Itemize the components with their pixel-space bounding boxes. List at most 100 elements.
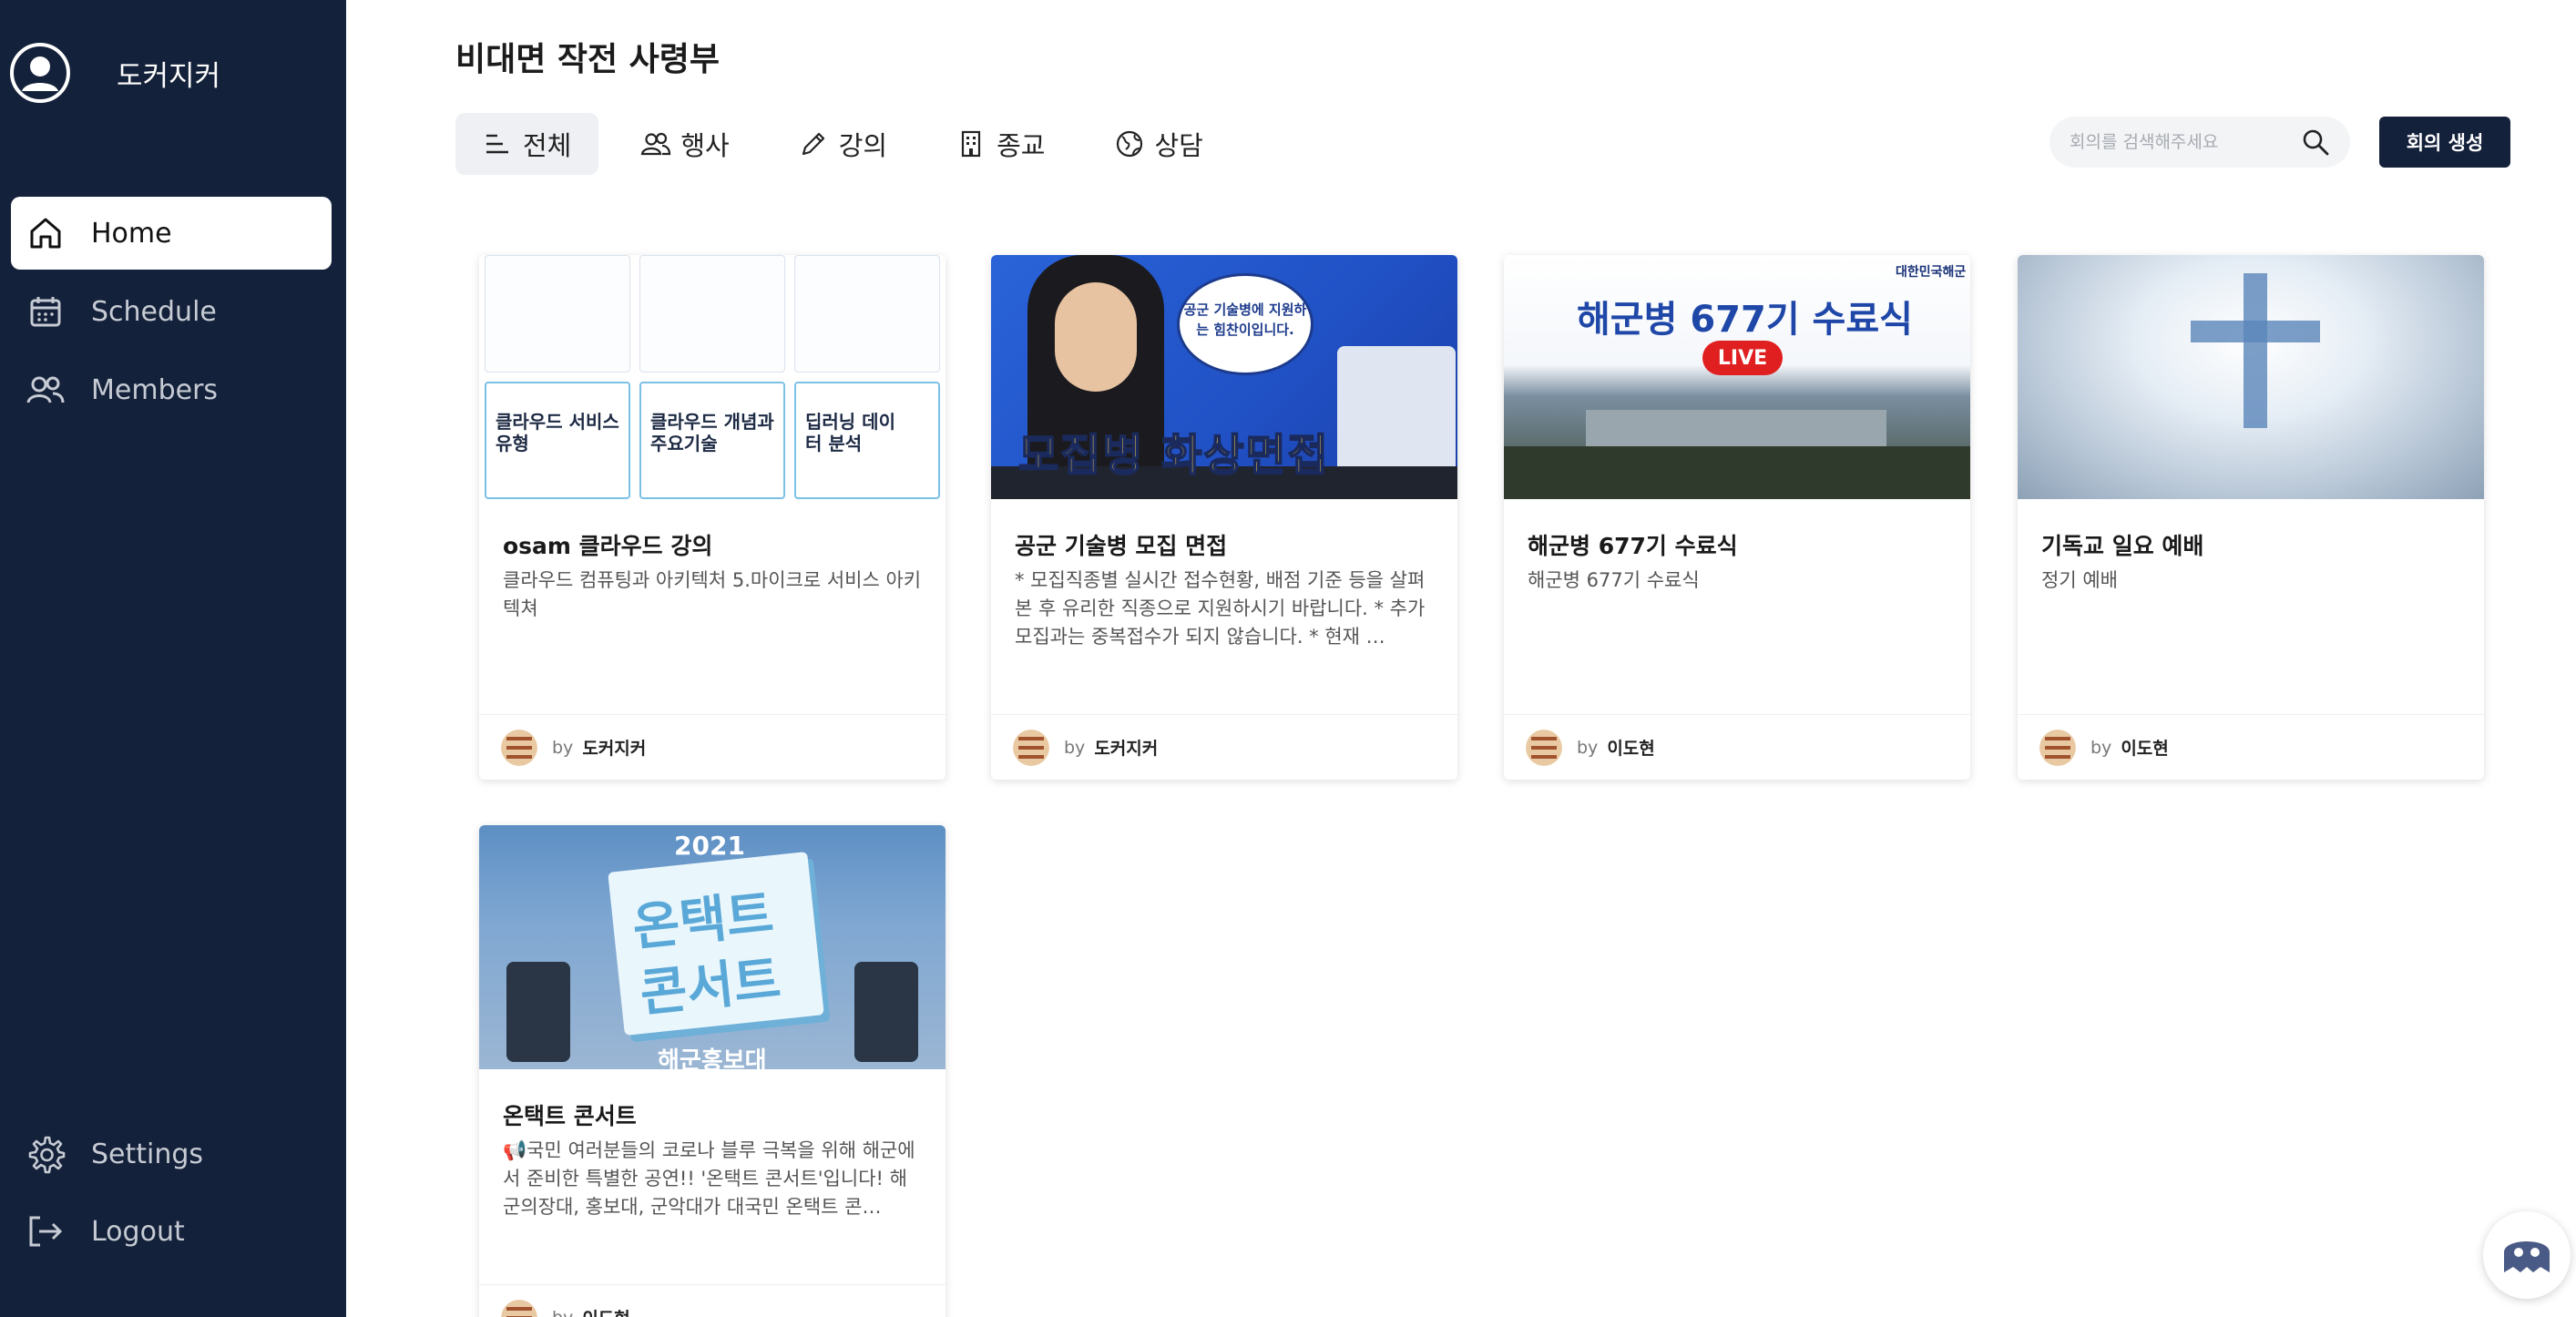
meeting-card[interactable]: 기독교 일요 예배 정기 예배 by 이도현 (2018, 255, 2484, 780)
card-footer: by 이도현 (2018, 714, 2484, 780)
tab-religion[interactable]: 종교 (929, 113, 1072, 175)
user-name: 도커지커 (117, 59, 221, 93)
meeting-card[interactable]: 대한민국해군 해군병 677기 수료식 LIVE 해군병 677기 수료식 해군… (1504, 255, 1970, 780)
meeting-card[interactable]: 2021 온택트 콘서트 해군홍보대 온택트 콘서트 📢국민 여러분들의 코로나… (479, 825, 946, 1317)
author-name: 이도현 (582, 1305, 629, 1317)
card-title: osam 클라우드 강의 (503, 533, 713, 559)
people-icon (640, 128, 671, 159)
thumb-headline: 콘서트 (637, 950, 784, 1024)
card-description: 클라우드 컴퓨팅과 아키텍처 5.마이크로 서비스 아키텍쳐 (503, 569, 922, 619)
thumb-org-label: 대한민국해군 (1896, 265, 1967, 280)
logout-icon (24, 1210, 67, 1253)
users-icon (24, 368, 67, 412)
card-footer: by 이도현 (1504, 714, 1970, 780)
thumb-subtitle: 해군홍보대 (658, 1047, 767, 1069)
tab-events[interactable]: 행사 (613, 113, 756, 175)
sidebar-item-label: Home (91, 217, 172, 250)
card-description: 해군병 677기 수료식 (1528, 569, 1700, 591)
by-label: by (552, 1308, 573, 1317)
thumb-headline: 해군병 677기 수료식 (1577, 299, 1913, 341)
slide-thumb: 딥러닝 데이터 분석 (794, 382, 940, 499)
card-description: 정기 예배 (2041, 569, 2118, 591)
tab-label: 종교 (997, 130, 1046, 161)
card-footer: by 이도현 (479, 1284, 946, 1317)
speaker-graphic (506, 962, 570, 1062)
card-thumbnail: 클라우드 서비스 유형 클라우드 개념과 주요기술 딥러닝 데이터 분석 (479, 255, 946, 499)
card-description: 📢국민 여러분들의 코로나 블루 극복을 위해 해군에서 준비한 특별한 공연!… (503, 1139, 915, 1218)
crowd-graphic (1504, 446, 1970, 499)
sidebar-item-members[interactable]: Members (11, 353, 332, 426)
slide-title: 딥러닝 데이터 분석 (805, 411, 895, 454)
cross-icon (2191, 321, 2320, 342)
by-label: by (1064, 737, 1086, 758)
meeting-card[interactable]: 공군 기술병에 지원하는 힘찬이입니다. 모집병 화상면접 공군 기술병 모집 … (991, 255, 1457, 780)
meeting-card[interactable]: 클라우드 서비스 유형 클라우드 개념과 주요기술 딥러닝 데이터 분석 osa… (479, 255, 946, 780)
tab-label: 상담 (1154, 130, 1203, 161)
category-tabs: 전체 행사 강의 종교 상담 (455, 113, 1245, 175)
card-footer: by 도커지커 (479, 714, 946, 780)
author-name: 도커지커 (582, 739, 647, 759)
tab-label: 전체 (523, 130, 572, 161)
avatar (501, 1299, 537, 1317)
create-meeting-button[interactable]: 회의 생성 (2379, 117, 2510, 168)
card-title: 해군병 677기 수료식 (1528, 533, 1738, 559)
cross-icon (2244, 273, 2267, 428)
tab-lecture[interactable]: 강의 (772, 113, 915, 175)
slide-thumb (485, 255, 630, 373)
chatbot-icon (2504, 1241, 2550, 1272)
sidebar: 도커지커 Home Schedule Members Settings Logo… (0, 0, 346, 1317)
by-label: by (2090, 737, 2112, 758)
card-title: 공군 기술병 모집 면접 (1015, 533, 1228, 559)
card-thumbnail (2018, 255, 2484, 499)
sidebar-item-schedule[interactable]: Schedule (11, 275, 332, 348)
slide-title: 클라우드 개념과 주요기술 (650, 411, 774, 454)
search-input[interactable] (2070, 132, 2301, 152)
avatar (2039, 729, 2076, 766)
person-face (1055, 282, 1137, 392)
list-icon (483, 128, 514, 159)
monitor-graphic (1337, 346, 1456, 483)
card-title: 온택트 콘서트 (503, 1103, 637, 1129)
card-title: 기독교 일요 예배 (2041, 533, 2204, 559)
sidebar-item-home[interactable]: Home (11, 197, 332, 270)
sidebar-item-label: Members (91, 373, 219, 406)
avatar (501, 729, 537, 766)
tab-label: 행사 (680, 130, 730, 161)
building-icon (956, 128, 987, 159)
user-profile[interactable]: 도커지커 (9, 41, 220, 105)
card-footer: by 도커지커 (991, 714, 1457, 780)
page-title: 비대면 작전 사령부 (455, 41, 721, 78)
tab-label: 강의 (838, 130, 888, 161)
card-description: * 모집직종별 실시간 접수현황, 배점 기준 등을 살펴본 후 유리한 직종으… (1015, 569, 1426, 648)
tab-counseling[interactable]: 상담 (1088, 113, 1231, 175)
slide-thumb (639, 255, 785, 373)
thumb-year: 2021 (674, 831, 745, 861)
avatar (1526, 729, 1562, 766)
calendar-icon (24, 290, 67, 333)
chatbot-button[interactable] (2483, 1211, 2571, 1299)
home-icon (24, 211, 67, 255)
author-name: 이도현 (2121, 739, 2169, 759)
sidebar-item-settings[interactable]: Settings (11, 1118, 332, 1190)
pencil-icon (799, 128, 830, 159)
search-icon[interactable] (2301, 128, 2330, 157)
card-thumbnail: 대한민국해군 해군병 677기 수료식 LIVE (1504, 255, 1970, 499)
tab-all[interactable]: 전체 (455, 113, 599, 175)
slide-thumb: 클라우드 서비스 유형 (485, 382, 630, 499)
sidebar-item-label: Settings (91, 1138, 204, 1170)
avatar (1013, 729, 1049, 766)
live-badge: LIVE (1702, 341, 1783, 375)
search-box (2050, 117, 2350, 168)
globe-icon (1115, 128, 1146, 159)
author-name: 이도현 (1607, 739, 1655, 759)
author-name: 도커지커 (1094, 739, 1159, 759)
speech-bubble: 공군 기술병에 지원하는 힘찬이입니다. (1177, 273, 1314, 375)
sidebar-item-logout[interactable]: Logout (11, 1195, 332, 1268)
slide-thumb: 클라우드 개념과 주요기술 (639, 382, 785, 499)
sidebar-item-label: Logout (91, 1215, 185, 1248)
building-graphic (1586, 410, 1886, 446)
slide-thumb (794, 255, 940, 373)
slide-title: 클라우드 서비스 유형 (496, 411, 619, 454)
by-label: by (1577, 737, 1599, 758)
card-thumbnail: 2021 온택트 콘서트 해군홍보대 (479, 825, 946, 1069)
